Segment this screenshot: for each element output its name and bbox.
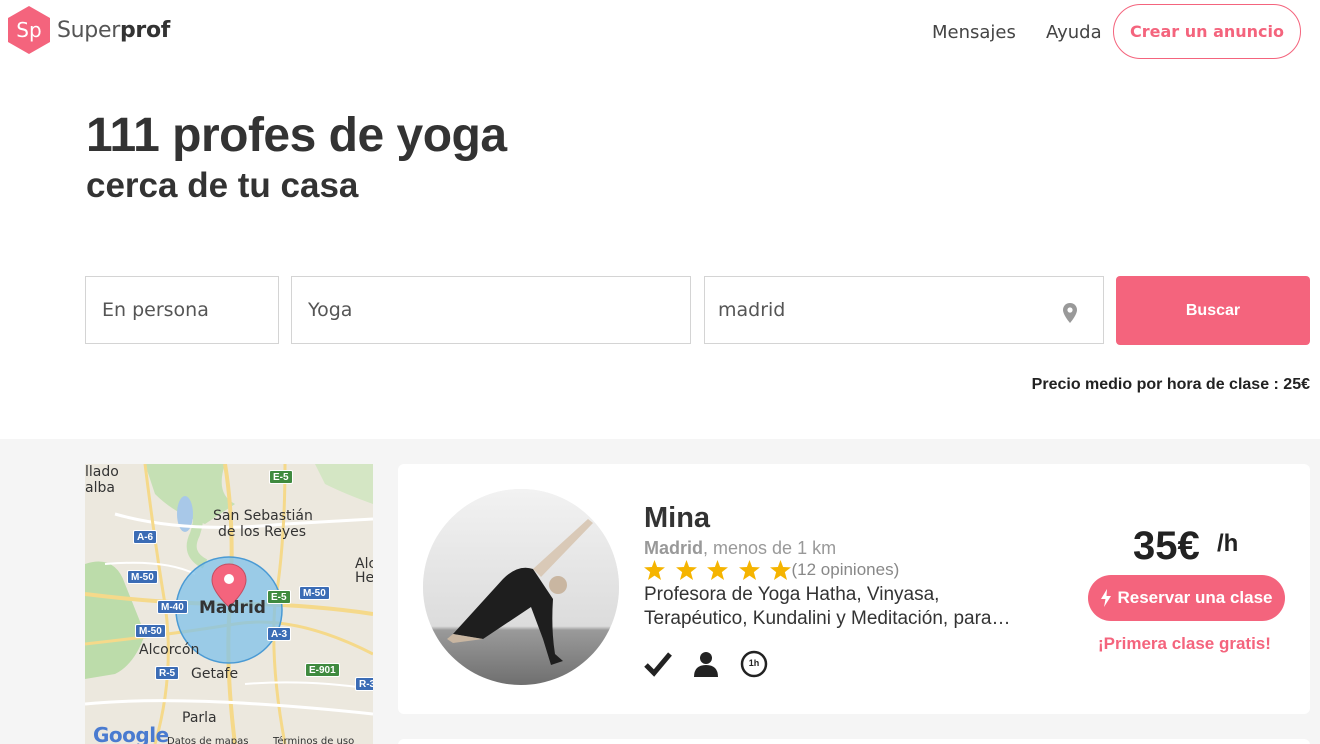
rating-stars: (12 opiniones) [644, 560, 899, 580]
road-shield-r3: R-3 [355, 677, 373, 691]
location-value: madrid [718, 299, 786, 321]
map-label-parla: Parla [182, 710, 217, 726]
road-shield-m50-low: M-50 [135, 624, 166, 638]
star-icon [675, 560, 697, 580]
header: Sp Superprof Mensajes Ayuda Crear un anu… [0, 0, 1320, 64]
lesson-mode-select[interactable]: En persona [85, 276, 279, 344]
map-label-madrid: Madrid [199, 598, 266, 618]
lesson-mode-value: En persona [102, 299, 209, 321]
star-icon [644, 560, 665, 580]
google-logo: Google [93, 723, 169, 744]
map-label-getafe: Getafe [191, 666, 239, 682]
results-map[interactable]: llado alba San Sebastián de los Reyes Ma… [85, 464, 373, 744]
road-shield-e901: E-901 [305, 663, 340, 677]
road-shield-m50-left: M-50 [127, 570, 158, 584]
next-tutor-card[interactable] [398, 739, 1310, 744]
road-shield-r5: R-5 [155, 666, 180, 680]
search-button[interactable]: Buscar [1116, 276, 1310, 345]
map-data-link[interactable]: Datos de mapas [167, 736, 249, 744]
road-shield-e5-mid: E-5 [267, 590, 291, 604]
tutor-city: Madrid [644, 538, 704, 558]
subject-input[interactable]: Yoga [291, 276, 691, 344]
lightning-icon [1100, 589, 1111, 607]
person-icon [694, 652, 718, 677]
map-label-san-sebastian-2: de los Reyes [218, 524, 307, 540]
map-label-llado: llado [85, 464, 119, 480]
map-label-san-sebastian: San Sebastián [213, 508, 313, 524]
road-shield-m50-right: M-50 [299, 586, 330, 600]
tutor-name[interactable]: Mina [644, 502, 710, 535]
map-terms-link[interactable]: Términos de uso [273, 736, 354, 744]
location-pin-icon [1063, 303, 1077, 323]
create-ad-button[interactable]: Crear un anuncio [1113, 4, 1301, 59]
logo-text-bold: prof [119, 17, 171, 43]
road-shield-a3: A-3 [267, 627, 292, 641]
location-input[interactable]: madrid [704, 276, 1104, 344]
map-label-alba: alba [85, 480, 115, 496]
tutor-price: 35€ [1133, 524, 1200, 568]
tutor-avatar[interactable] [423, 489, 619, 685]
logo-text-light: Super [57, 17, 120, 43]
average-price-text: Precio medio por hora de clase : 25€ [1031, 376, 1310, 393]
nav-help-link[interactable]: Ayuda [1046, 22, 1102, 43]
page-subtitle: cerca de tu casa [86, 166, 359, 205]
road-shield-e5-top: E-5 [269, 470, 293, 484]
one-hour-icon: 1h [740, 650, 768, 678]
star-icon [707, 560, 728, 580]
free-lesson-text: ¡Primera clase gratis! [1098, 634, 1271, 653]
tutor-photo [423, 489, 619, 685]
map-label-alcorcon: Alcorcón [139, 642, 200, 658]
tutor-features: 1h [644, 650, 788, 678]
tutor-distance: , menos de 1 km [703, 538, 837, 558]
price-unit: /h [1217, 530, 1239, 557]
book-lesson-button[interactable]: Reservar una clase [1088, 575, 1285, 621]
map-label-he: He [355, 570, 373, 586]
book-lesson-label: Reservar una clase [1117, 588, 1273, 607]
superprof-logo[interactable]: Sp Superprof [6, 5, 170, 55]
one-hour-label: 1h [748, 658, 760, 668]
road-shield-a6: A-6 [133, 530, 158, 544]
logo-badge-text: Sp [16, 18, 42, 42]
nav-messages-link[interactable]: Mensajes [932, 22, 1016, 43]
tutor-description: Profesora de Yoga Hatha, Vinyasa, Terapé… [644, 584, 1011, 629]
road-shield-m40: M-40 [157, 600, 188, 614]
tutor-card[interactable]: Mina Madrid, menos de 1 km (12 opiniones… [398, 464, 1310, 714]
tutor-location: Madrid, menos de 1 km [644, 538, 836, 559]
checkmark-icon [644, 652, 672, 677]
logo-badge: Sp [6, 5, 52, 55]
logo-wordmark: Superprof [57, 18, 170, 43]
star-icon [738, 560, 760, 580]
reviews-count[interactable]: (12 opiniones) [792, 560, 900, 580]
page-title: 111 profes de yoga [86, 109, 507, 162]
star-icon [770, 560, 791, 580]
subject-value: Yoga [308, 299, 353, 321]
